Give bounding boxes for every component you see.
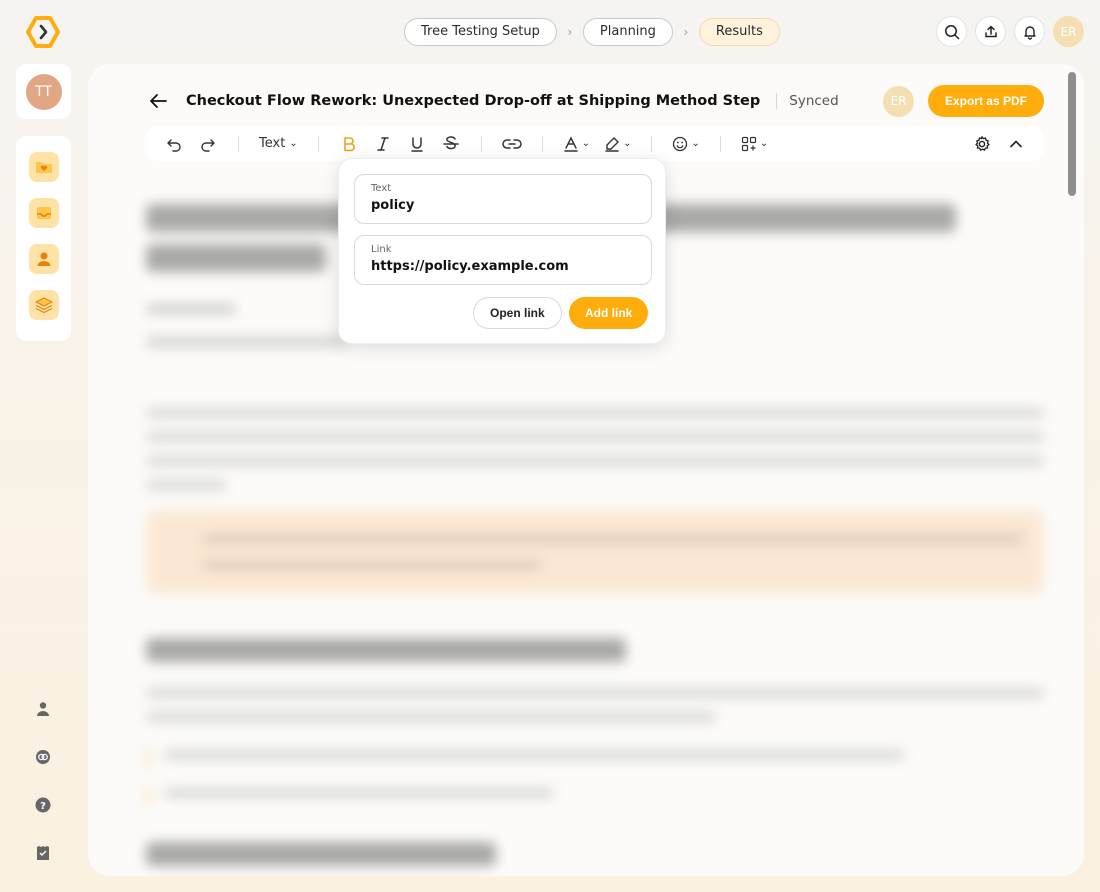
link-url-input[interactable] bbox=[371, 259, 635, 274]
svg-text:?: ? bbox=[40, 801, 46, 812]
document-title: Checkout Flow Rework: Unexpected Drop-of… bbox=[186, 93, 761, 109]
link-popover: Text Link Open link Add link bbox=[338, 158, 666, 344]
add-link-button[interactable]: Add link bbox=[569, 297, 649, 329]
insert-block-dropdown[interactable]: ⌄ bbox=[737, 130, 772, 158]
chevron-right-icon: › bbox=[683, 25, 689, 39]
blurred-heading bbox=[146, 842, 496, 866]
toolbar-divider bbox=[719, 135, 721, 152]
strikethrough-icon[interactable] bbox=[437, 130, 465, 158]
toolbar-divider bbox=[238, 135, 239, 152]
changelog-icon[interactable] bbox=[32, 842, 54, 864]
notifications-button[interactable] bbox=[1014, 16, 1045, 47]
upload-icon bbox=[984, 25, 997, 37]
search-button[interactable] bbox=[936, 16, 967, 47]
person-icon[interactable] bbox=[32, 698, 54, 720]
blurred-callout bbox=[146, 510, 1044, 594]
upload-button[interactable] bbox=[975, 16, 1006, 47]
link-text-input[interactable] bbox=[371, 198, 635, 213]
back-arrow-icon[interactable] bbox=[148, 90, 170, 112]
app-launcher bbox=[16, 136, 71, 341]
toolbar-divider bbox=[541, 135, 543, 152]
workspace-avatar: TT bbox=[25, 73, 62, 110]
link-text-label: Text bbox=[371, 183, 392, 194]
chevron-down-icon: ⌄ bbox=[623, 138, 632, 149]
chevron-down-icon: ⌄ bbox=[759, 138, 769, 149]
text-color-icon bbox=[563, 135, 578, 152]
chevron-right-icon: › bbox=[567, 25, 573, 39]
blurred-meta bbox=[146, 304, 236, 314]
blurred-meta bbox=[146, 336, 346, 348]
blurred-list-item bbox=[146, 788, 1044, 804]
redo-icon[interactable] bbox=[194, 130, 222, 158]
italic-icon[interactable] bbox=[369, 130, 397, 158]
top-actions: ER bbox=[936, 16, 1084, 47]
toolbar-divider bbox=[651, 135, 653, 152]
chevron-down-icon: ⌄ bbox=[691, 138, 700, 149]
link-text-field[interactable]: Text bbox=[354, 174, 652, 224]
breadcrumb-results[interactable]: Results bbox=[698, 18, 780, 46]
folder-heart-icon[interactable] bbox=[28, 152, 59, 182]
layers-icon[interactable] bbox=[28, 290, 59, 320]
highlight-dropdown[interactable]: ⌄ bbox=[600, 130, 635, 158]
bold-icon[interactable] bbox=[335, 130, 363, 158]
settings-gear-icon[interactable] bbox=[968, 130, 996, 158]
text-color-dropdown[interactable]: ⌄ bbox=[559, 130, 594, 158]
chevron-down-icon: ⌄ bbox=[289, 138, 298, 149]
export-pdf-button[interactable]: Export as PDF bbox=[927, 85, 1044, 117]
collapse-toolbar-icon[interactable] bbox=[1002, 130, 1030, 158]
emoji-icon bbox=[673, 136, 688, 151]
undo-icon[interactable] bbox=[160, 130, 188, 158]
text-style-label: Text bbox=[259, 136, 286, 151]
rail-footer: ? bbox=[28, 698, 58, 864]
user-avatar[interactable]: ER bbox=[1053, 16, 1084, 47]
breadcrumb: Tree Testing Setup › Planning › Results bbox=[404, 18, 780, 46]
collaborator-avatar: ER bbox=[882, 85, 914, 117]
blurred-paragraph bbox=[146, 408, 1044, 490]
link-url-label: Link bbox=[371, 244, 392, 255]
bell-icon bbox=[1023, 25, 1036, 40]
user-profile-icon[interactable] bbox=[28, 244, 59, 274]
help-icon[interactable]: ? bbox=[32, 794, 54, 816]
emoji-dropdown[interactable]: ⌄ bbox=[668, 130, 703, 158]
link-url-field[interactable]: Link bbox=[354, 235, 652, 285]
toolbar-divider bbox=[480, 135, 482, 152]
blurred-list-item bbox=[146, 750, 1044, 766]
blurred-paragraph bbox=[146, 688, 1044, 722]
breadcrumb-planning[interactable]: Planning bbox=[582, 18, 673, 46]
document-header: Checkout Flow Rework: Unexpected Drop-of… bbox=[148, 85, 1044, 117]
app-logo[interactable] bbox=[25, 14, 61, 50]
scrollbar[interactable] bbox=[1068, 72, 1076, 196]
open-link-button[interactable]: Open link bbox=[473, 297, 562, 329]
highlighter-icon bbox=[605, 136, 619, 152]
blurred-heading bbox=[146, 638, 626, 662]
toolbar-divider bbox=[317, 135, 319, 152]
breadcrumb-tree-testing-setup[interactable]: Tree Testing Setup bbox=[404, 18, 557, 46]
search-icon bbox=[944, 24, 959, 39]
inbox-icon[interactable] bbox=[28, 198, 59, 228]
underline-icon[interactable] bbox=[403, 130, 431, 158]
sync-status: Synced bbox=[776, 93, 839, 109]
integrations-icon[interactable] bbox=[32, 746, 54, 768]
workspace-profile[interactable]: TT bbox=[16, 64, 71, 119]
text-style-dropdown[interactable]: Text ⌄ bbox=[255, 130, 302, 158]
chevron-down-icon: ⌄ bbox=[581, 138, 591, 149]
add-block-icon bbox=[741, 136, 756, 151]
editor-toolbar: Text ⌄ ⌄ ⌄ ⌄ ⌄ bbox=[146, 126, 1044, 161]
link-icon[interactable] bbox=[498, 130, 526, 158]
